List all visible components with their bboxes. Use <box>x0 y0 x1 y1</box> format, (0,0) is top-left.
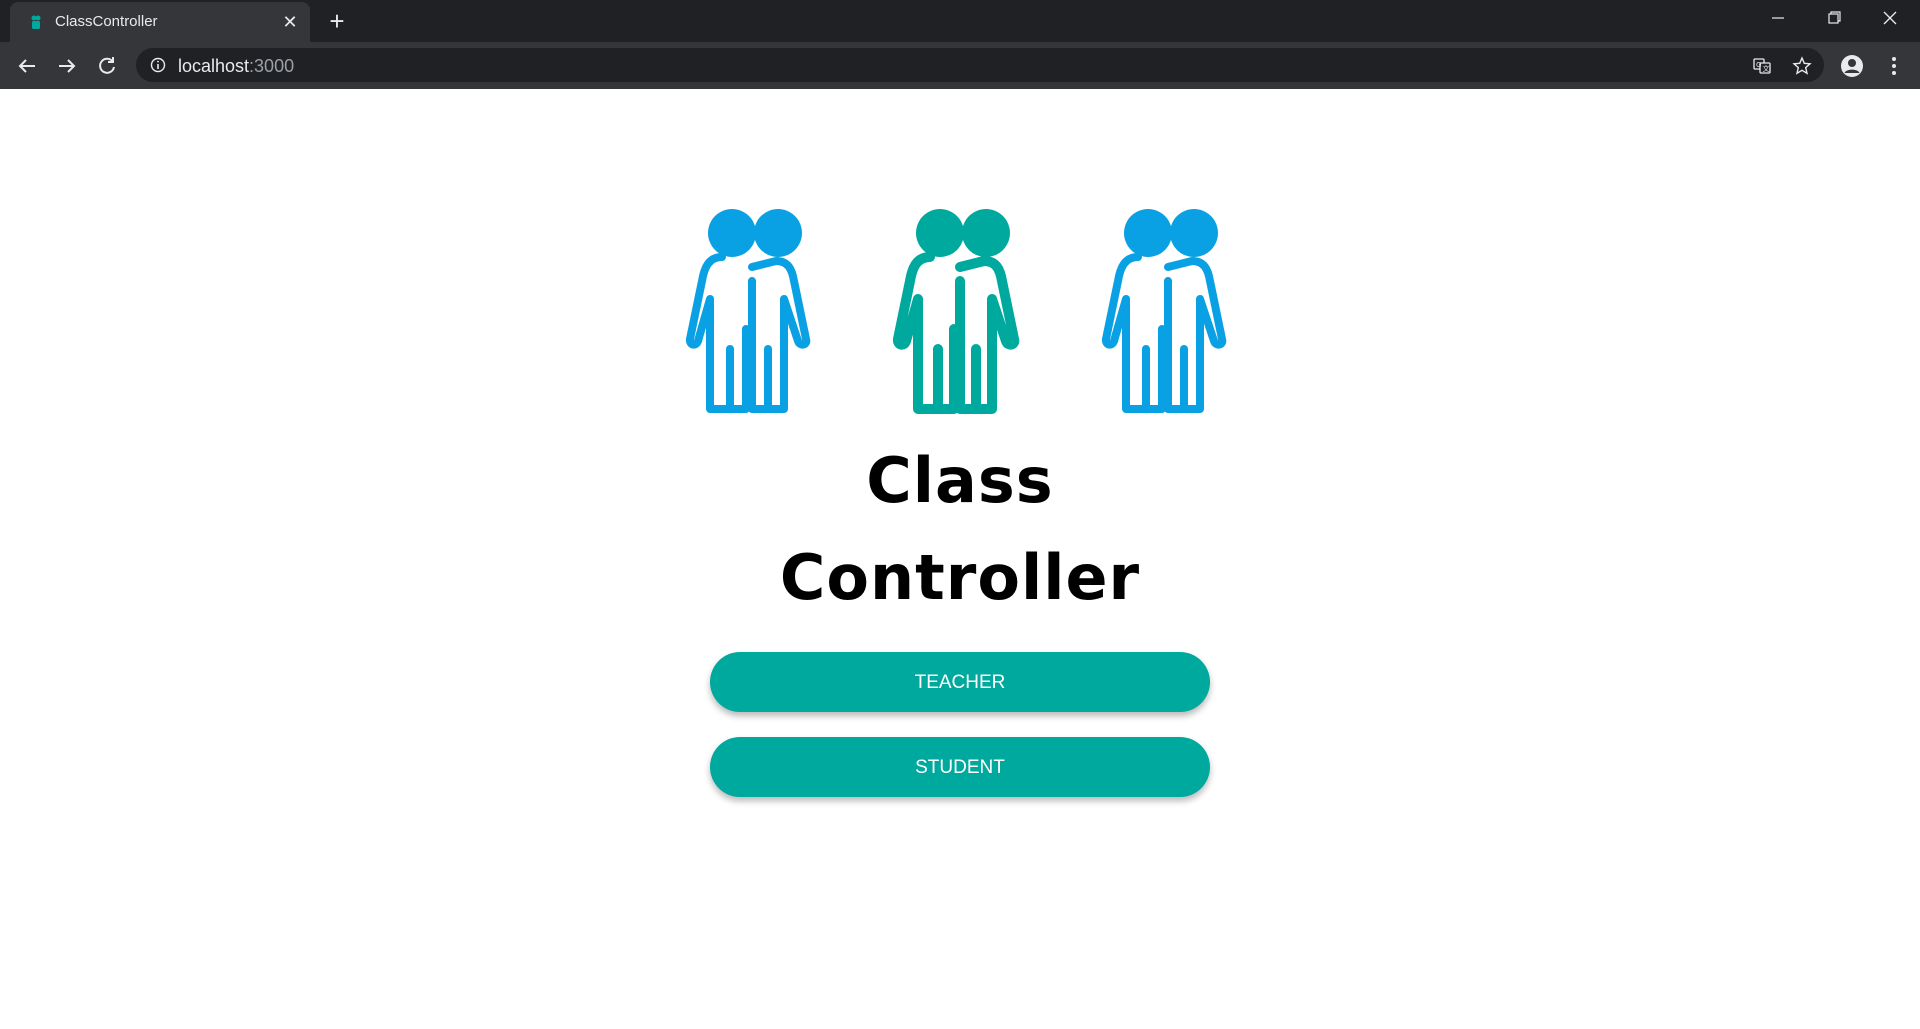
minimize-icon[interactable] <box>1750 0 1806 36</box>
teacher-button[interactable]: TEACHER <box>710 652 1210 712</box>
close-window-icon[interactable] <box>1862 0 1918 36</box>
svg-text:文: 文 <box>1763 64 1770 73</box>
bookmark-star-icon[interactable] <box>1792 56 1812 76</box>
menu-kebab-icon[interactable] <box>1882 54 1906 78</box>
tab-classcontroller[interactable]: ClassController ✕ <box>10 2 310 42</box>
translate-icon[interactable]: G 文 <box>1752 56 1772 76</box>
logo-figures <box>680 209 1250 421</box>
address-bar[interactable]: localhost:3000 G 文 <box>136 48 1824 82</box>
two-people-icon <box>685 209 811 413</box>
browser-chrome: ClassController ✕ + localhost:3000 G 文 <box>0 0 1920 89</box>
profile-icon[interactable] <box>1840 54 1864 78</box>
page-content: Class Controller TEACHER STUDENT <box>0 89 1920 1029</box>
url-text: localhost:3000 <box>178 56 294 77</box>
url-host: localhost <box>178 56 250 76</box>
tab-strip: ClassController ✕ + <box>0 0 1920 42</box>
page-title: Class Controller <box>0 432 1920 626</box>
toolbar: localhost:3000 G 文 <box>0 42 1920 89</box>
tab-close-icon[interactable]: ✕ <box>280 12 300 32</box>
two-people-icon <box>892 209 1020 414</box>
reload-icon[interactable] <box>94 53 120 79</box>
student-button[interactable]: STUDENT <box>710 737 1210 797</box>
svg-text:G: G <box>1756 61 1761 69</box>
two-people-icon <box>1101 209 1227 413</box>
favicon-icon <box>31 15 41 29</box>
url-port: :3000 <box>249 56 295 76</box>
forward-icon[interactable] <box>54 53 80 79</box>
tab-title: ClassController <box>55 13 158 30</box>
new-tab-icon[interactable]: + <box>325 8 349 34</box>
title-line-2: Controller <box>779 541 1141 614</box>
restore-icon[interactable] <box>1806 0 1862 36</box>
info-icon[interactable] <box>150 57 166 73</box>
back-icon[interactable] <box>14 53 40 79</box>
title-line-1: Class <box>866 444 1054 517</box>
